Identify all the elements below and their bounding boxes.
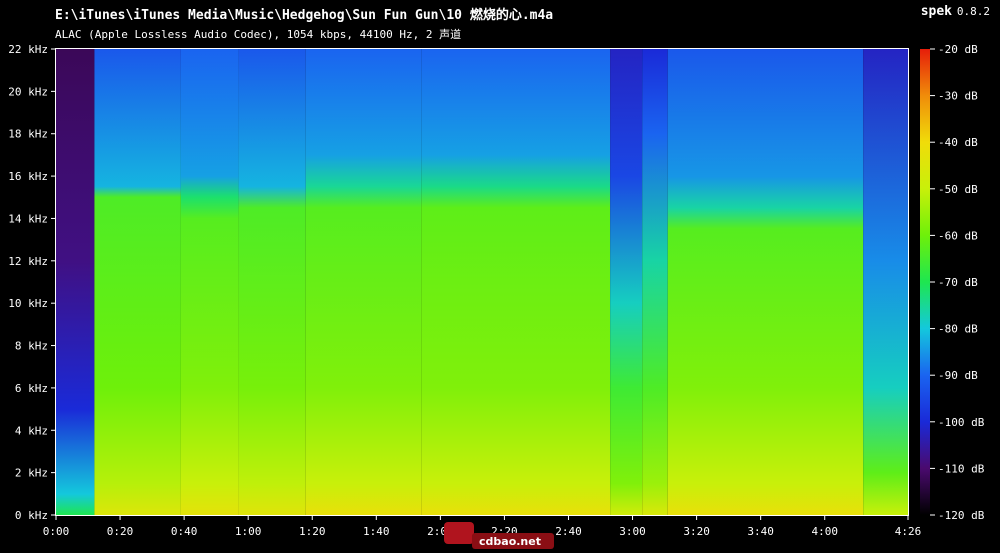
y-tick-label: 2 kHz (15, 467, 48, 480)
colorbar-tick-label: -60 dB (938, 229, 978, 242)
x-tick-label: 3:20 (683, 525, 710, 538)
colorbar-gradient (920, 49, 930, 515)
x-tick-label: 1:20 (299, 525, 326, 538)
spectrogram-region-break (610, 49, 643, 515)
x-tick-label: 1:40 (363, 525, 390, 538)
x-tick-label: 4:00 (811, 525, 838, 538)
x-tick-label: 1:00 (235, 525, 262, 538)
colorbar-tick-label: -90 dB (938, 369, 978, 382)
watermark-logo-icon (444, 522, 474, 544)
y-tick-label: 8 kHz (15, 340, 48, 353)
spectrogram-region-section-3 (238, 49, 306, 515)
spectrogram-region-section-5 (421, 49, 611, 515)
x-tick-label: 4:26 (895, 525, 922, 538)
x-tick-label: 0:40 (171, 525, 198, 538)
y-tick-label: 18 kHz (8, 128, 48, 141)
colorbar-tick-label: -80 dB (938, 323, 978, 336)
colorbar-tick-label: -50 dB (938, 183, 978, 196)
colorbar-tick-label: -30 dB (938, 90, 978, 103)
x-tick-label: 3:00 (619, 525, 646, 538)
spectrogram-chart: 0 kHz 2 kHz 4 kHz 6 kHz 8 kHz 10 kHz 12 kHz 14 … (8, 43, 985, 549)
colorbar-tick-label: -20 dB (938, 43, 978, 56)
colorbar-tick-label: -120 dB (938, 509, 985, 522)
x-tick-label: 2:40 (555, 525, 582, 538)
x-tick-label: 3:40 (747, 525, 774, 538)
spectrogram-plot (56, 49, 908, 515)
y-tick-label: 16 kHz (8, 170, 48, 183)
colorbar-tick-label: -70 dB (938, 276, 978, 289)
y-tick-label: 14 kHz (8, 212, 48, 225)
y-tick-label: 4 kHz (15, 424, 48, 437)
spectrogram-region-verse-1 (94, 49, 181, 515)
watermark-text: cdbao.net (479, 535, 541, 548)
x-tick-label: 0:20 (107, 525, 134, 538)
colorbar-tick-label: -40 dB (938, 136, 978, 149)
y-tick-label: 10 kHz (8, 297, 48, 310)
spectrogram-region-outro (863, 49, 908, 515)
spectrogram-region-bridge (642, 49, 668, 515)
spectrogram-region-intro (56, 49, 95, 515)
y-tick-label: 22 kHz (8, 43, 48, 56)
y-tick-label: 6 kHz (15, 382, 48, 395)
colorbar: -20 dB -30 dB -40 dB -50 dB -60 dB -70 dB -80 … (920, 43, 985, 522)
colorbar-tick-label: -100 dB (938, 416, 985, 429)
y-tick-label: 12 kHz (8, 255, 48, 268)
colorbar-tick-label: -110 dB (938, 462, 985, 475)
frequency-axis: 0 kHz 2 kHz 4 kHz 6 kHz 8 kHz 10 kHz 12 kHz 14 … (8, 43, 56, 522)
spectrogram-region-section-2 (180, 49, 239, 515)
x-tick-label: 0:00 (43, 525, 70, 538)
y-tick-label: 20 kHz (8, 85, 48, 98)
y-tick-label: 0 kHz (15, 509, 48, 522)
spectrogram-region-section-4 (305, 49, 422, 515)
spectrogram-region-section-6 (667, 49, 864, 515)
